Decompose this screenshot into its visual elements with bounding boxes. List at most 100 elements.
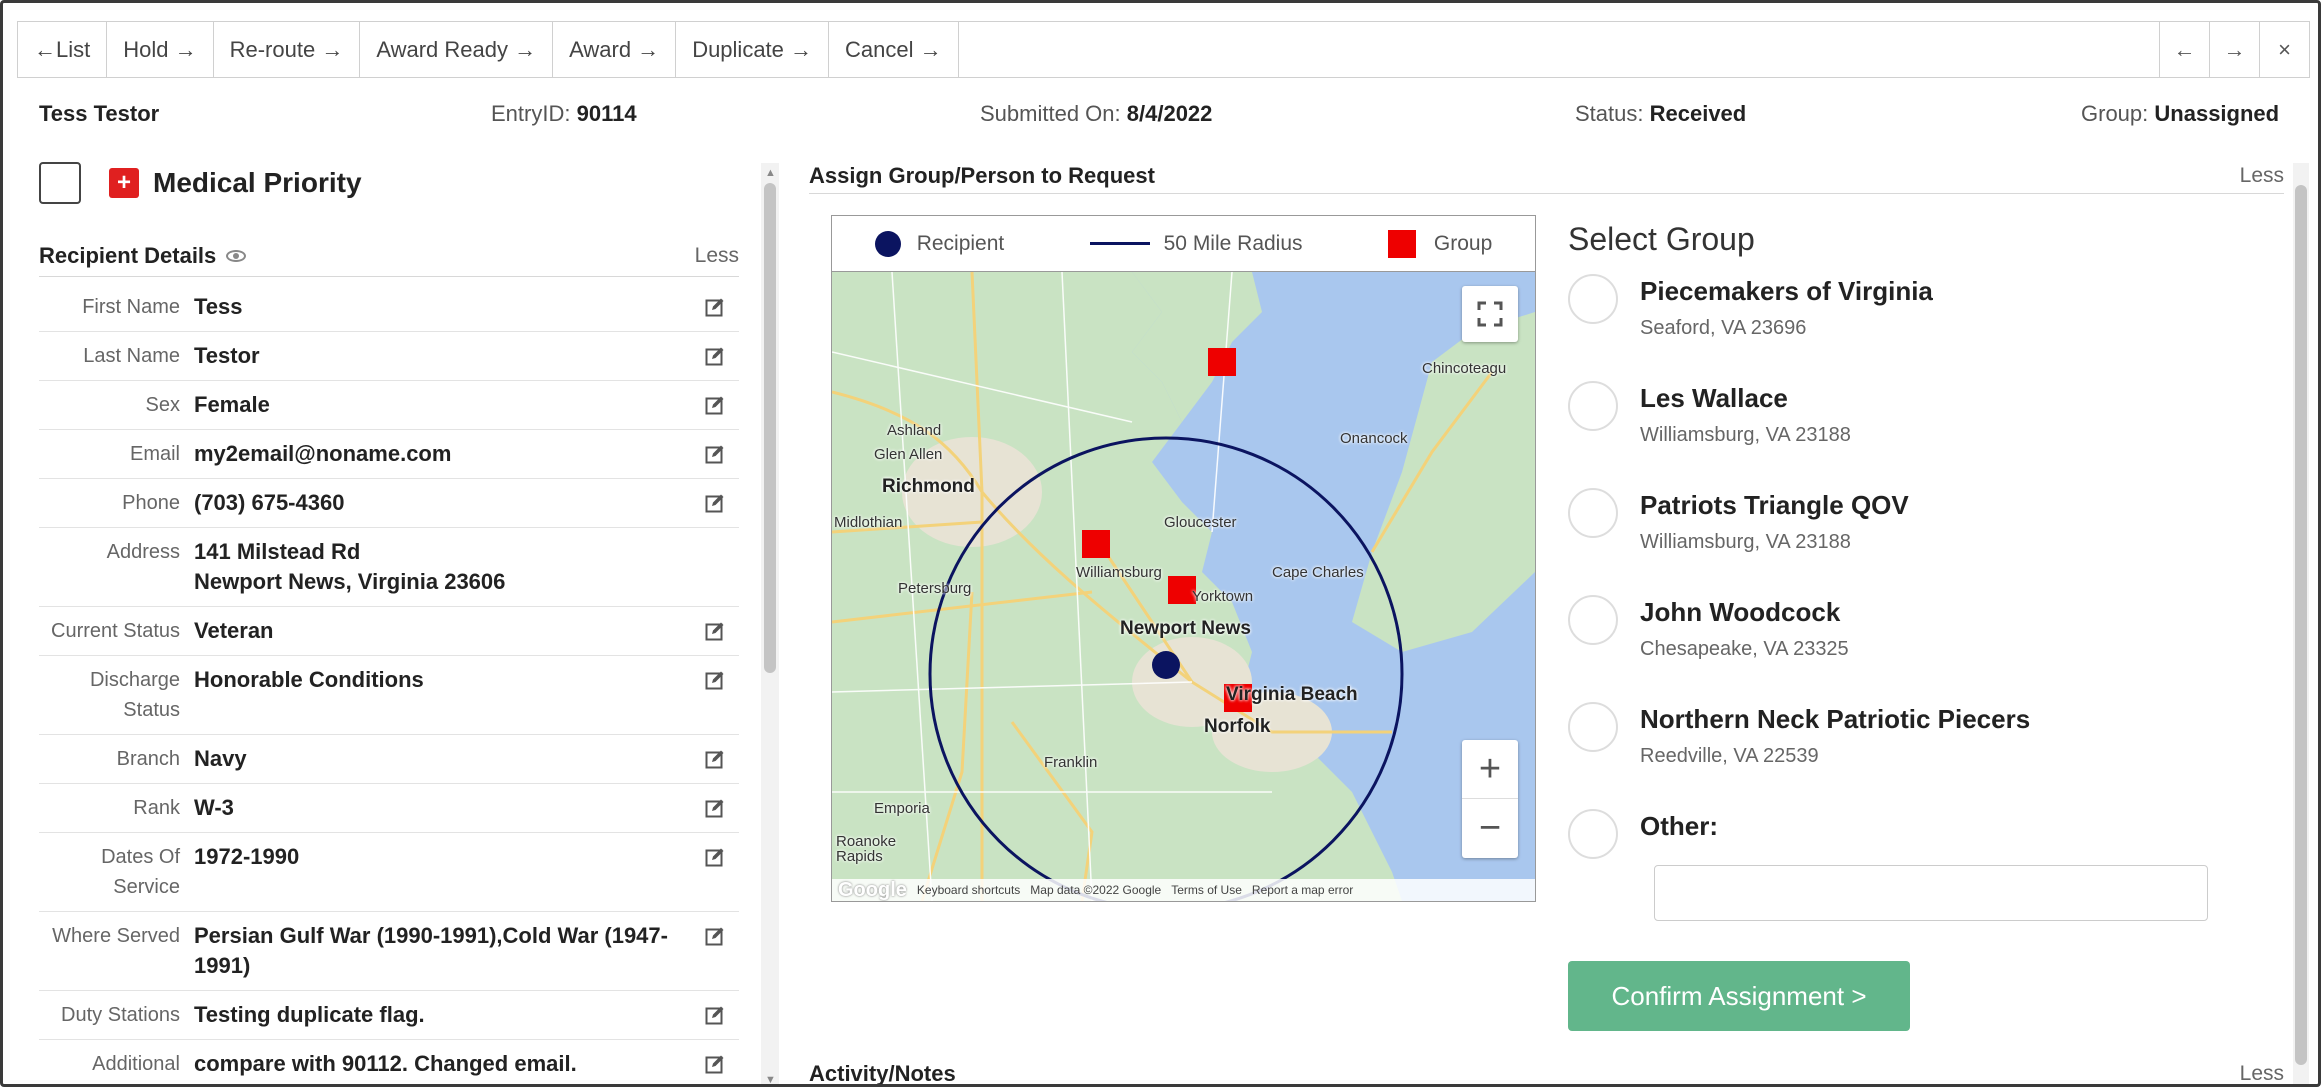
detail-label: Additional xyxy=(92,1053,180,1075)
close-button[interactable]: × xyxy=(2259,22,2309,77)
recipient-name: Tess Testor xyxy=(39,101,160,126)
map-label-yorktown: Yorktown xyxy=(1192,588,1254,605)
detail-label: First Name xyxy=(82,296,180,318)
radius-line-icon xyxy=(1089,242,1150,245)
map-label-midlothian: Midlothian xyxy=(834,514,903,531)
group-option-text: Piecemakers of Virginia Seaford, VA 23696 xyxy=(1640,276,1933,340)
group-option-radio[interactable] xyxy=(1568,381,1618,431)
detail-value: Navy xyxy=(194,746,247,771)
group-option-radio[interactable] xyxy=(1568,274,1618,324)
detail-label: Email xyxy=(129,443,180,465)
fullscreen-icon xyxy=(1477,301,1503,327)
edit-icon[interactable] xyxy=(701,793,729,823)
award-button[interactable]: Award → xyxy=(553,22,677,77)
award-ready-button[interactable]: Award Ready → xyxy=(360,22,554,77)
detail-row: Rank W-3 xyxy=(39,784,739,833)
right-panel-scrollbar[interactable] xyxy=(2293,163,2309,1084)
map-canvas[interactable]: Chincoteagu Onancock Ashland Glen Allen … xyxy=(832,272,1535,901)
detail-row: Current Status Veteran xyxy=(39,607,739,656)
group-option-address: Williamsburg, VA 23188 xyxy=(1640,531,1851,553)
zoom-in-button[interactable]: + xyxy=(1462,740,1518,799)
medical-priority-checkbox[interactable] xyxy=(39,162,81,204)
confirm-assignment-button[interactable]: Confirm Assignment > xyxy=(1568,961,1910,1031)
map-label-newport-news: Newport News xyxy=(1120,618,1251,639)
group-option-radio[interactable] xyxy=(1568,595,1618,645)
activity-less-link[interactable]: Less xyxy=(2240,1062,2284,1084)
medical-priority-label: Medical Priority xyxy=(153,167,362,198)
zoom-out-button[interactable]: − xyxy=(1462,799,1518,858)
detail-value: compare with 90112. Changed email. xyxy=(194,1051,577,1076)
detail-label: Duty Stations xyxy=(61,1004,180,1026)
scroll-down-arrow-icon[interactable]: ▼ xyxy=(765,1074,776,1084)
group-option-radio[interactable] xyxy=(1568,702,1618,752)
detail-label: Branch xyxy=(116,748,180,770)
terms-of-use-link[interactable]: Terms of Use xyxy=(1171,883,1242,897)
edit-icon[interactable] xyxy=(701,341,729,371)
group-option-text: Les Wallace Williamsburg, VA 23188 xyxy=(1640,383,1851,447)
group-option: Northern Neck Patriotic Piecers Reedville… xyxy=(1568,702,2268,811)
edit-icon[interactable] xyxy=(701,1049,729,1079)
edit-icon xyxy=(701,537,729,567)
group-option-text: Patriots Triangle QOV Williamsburg, VA 23… xyxy=(1640,490,1909,554)
group-option-radio[interactable] xyxy=(1568,488,1618,538)
edit-icon[interactable] xyxy=(701,439,729,469)
select-group-panel: Select Group Piecemakers of Virginia Seaf… xyxy=(1568,221,2268,918)
group-option-radio[interactable] xyxy=(1568,809,1618,859)
edit-icon[interactable] xyxy=(701,842,729,872)
submitted-on: Submitted On: 8/4/2022 xyxy=(980,101,1213,126)
previous-entry-button[interactable]: ← xyxy=(2159,22,2209,77)
keyboard-shortcuts-link[interactable]: Keyboard shortcuts xyxy=(917,883,1020,897)
next-entry-button[interactable]: → xyxy=(2209,22,2259,77)
detail-value: my2email@noname.com xyxy=(194,441,452,466)
map-fullscreen-button[interactable] xyxy=(1462,286,1518,342)
left-scroll-thumb[interactable] xyxy=(764,183,776,673)
detail-row: Where Served Persian Gulf War (1990-1991)… xyxy=(39,912,739,991)
edit-icon[interactable] xyxy=(701,292,729,322)
group-option-name: Piecemakers of Virginia xyxy=(1640,276,1933,306)
eye-icon[interactable] xyxy=(226,249,247,262)
detail-label: Rank xyxy=(133,797,180,819)
scroll-up-arrow-icon[interactable]: ▲ xyxy=(765,167,776,179)
hold-button[interactable]: Hold → xyxy=(107,22,214,77)
reroute-button[interactable]: Re-route → xyxy=(214,22,361,77)
detail-row: Additional compare with 90112. Changed em… xyxy=(39,1040,739,1084)
detail-value: 1972-1990 xyxy=(194,844,300,869)
legend-recipient-label: Recipient xyxy=(916,231,1005,255)
duplicate-button[interactable]: Duplicate → xyxy=(676,22,830,77)
map-widget: Recipient 50 Mile Radius Group Chincotea… xyxy=(831,215,1536,902)
detail-row: Discharge Status Honorable Conditions xyxy=(39,656,739,735)
left-panel-scrollbar[interactable]: ▲ ▼ xyxy=(761,163,779,1084)
medical-priority-row: + Medical Priority xyxy=(39,153,751,213)
group-option-name: Patriots Triangle QOV xyxy=(1640,490,1909,520)
map-label-cape-charles: Cape Charles xyxy=(1272,564,1364,581)
recipient-details-less-link[interactable]: Less xyxy=(695,244,739,268)
map-zoom-control: + − xyxy=(1462,740,1518,858)
edit-icon[interactable] xyxy=(701,744,729,774)
detail-row: Duty Stations Testing duplicate flag. xyxy=(39,991,739,1040)
group-option-name: John Woodcock xyxy=(1640,597,1841,627)
cancel-button[interactable]: Cancel → xyxy=(829,22,959,77)
edit-icon[interactable] xyxy=(701,665,729,695)
edit-icon[interactable] xyxy=(701,390,729,420)
detail-value: 141 Milstead Rd Newport News, Virginia 2… xyxy=(194,539,506,594)
edit-icon[interactable] xyxy=(701,488,729,518)
medical-plus-icon: + xyxy=(109,168,139,198)
google-logo: Google xyxy=(838,878,907,901)
group-option-name: Les Wallace xyxy=(1640,383,1788,413)
right-scroll-thumb[interactable] xyxy=(2295,185,2307,1065)
map-label-ashland: Ashland xyxy=(887,422,942,439)
list-button[interactable]: ←List xyxy=(18,22,108,77)
detail-value: Testor xyxy=(194,343,260,368)
edit-icon[interactable] xyxy=(701,921,729,951)
legend-radius-label: 50 Mile Radius xyxy=(1163,231,1303,255)
report-map-error-link[interactable]: Report a map error xyxy=(1252,883,1353,897)
edit-icon[interactable] xyxy=(701,616,729,646)
detail-label: Last Name xyxy=(83,345,180,367)
group-option-text: John Woodcock Chesapeake, VA 23325 xyxy=(1640,597,1849,661)
assign-less-link[interactable]: Less xyxy=(2240,164,2284,188)
edit-icon[interactable] xyxy=(701,1000,729,1030)
group-option: Patriots Triangle QOV Williamsburg, VA 23… xyxy=(1568,488,2268,597)
other-group-input[interactable] xyxy=(1654,865,2208,921)
activity-notes-header: Activity/Notes Less xyxy=(809,1058,2284,1084)
action-toolbar: ←List Hold → Re-route → Award Ready → Aw… xyxy=(17,21,2310,78)
